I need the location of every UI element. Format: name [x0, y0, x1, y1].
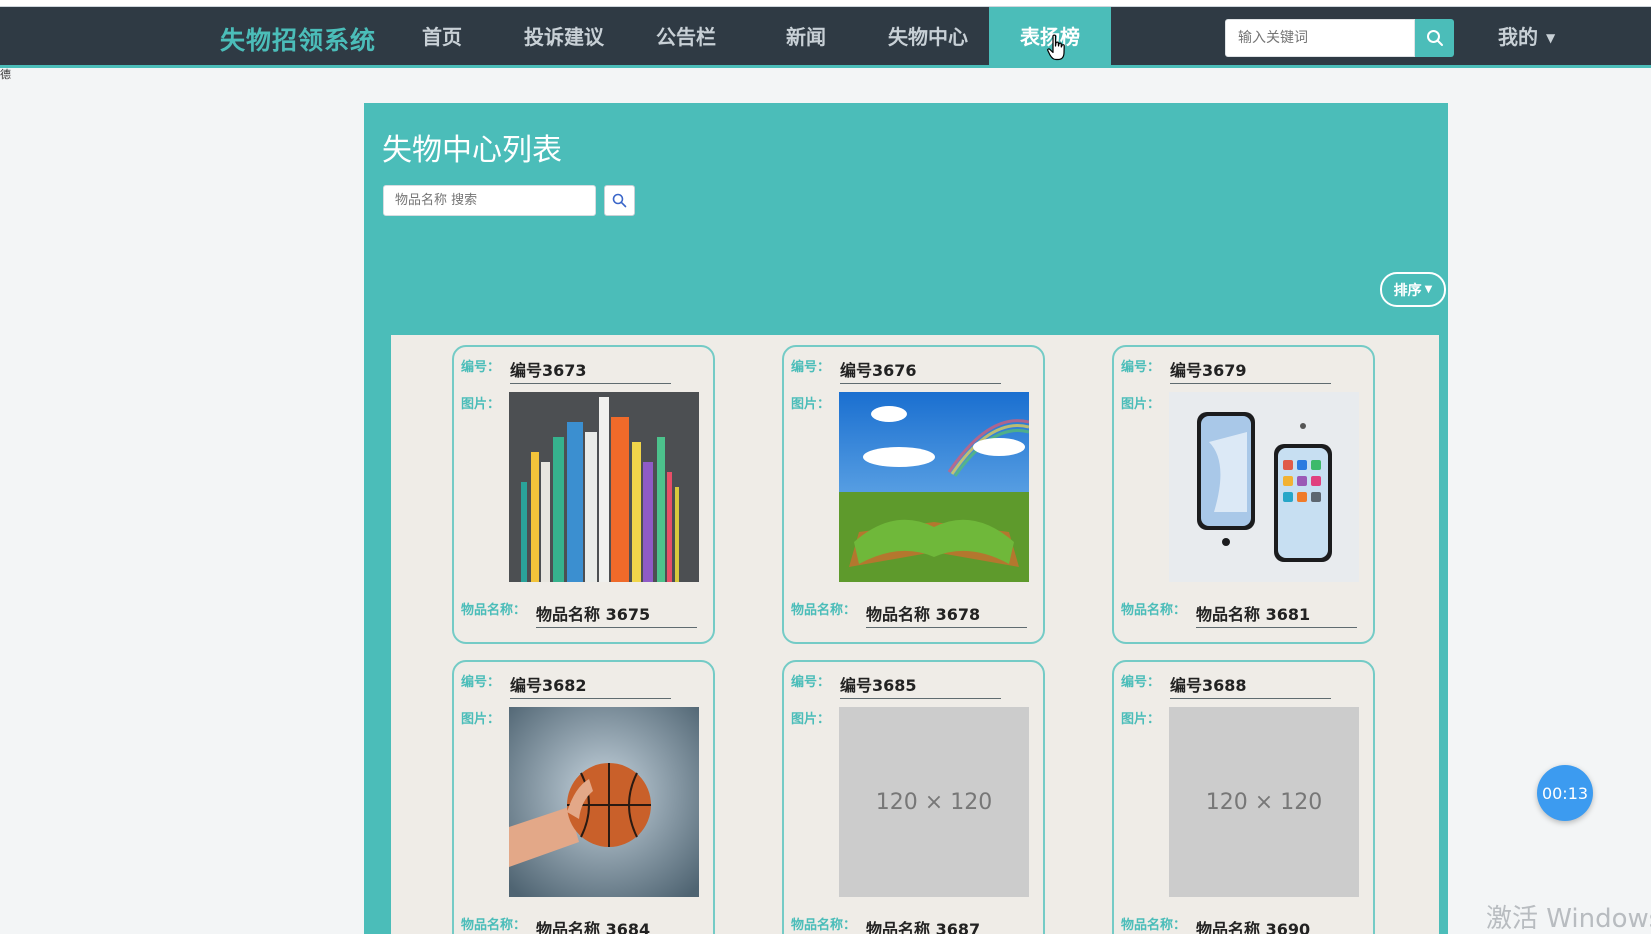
nav-item-complaints[interactable]: 投诉建议 — [511, 7, 617, 68]
item-image-phones[interactable] — [1169, 392, 1359, 582]
item-list: 编号： 编号3673 图片： 物品名称： 物品名称 3675 编号： 编号367… — [391, 335, 1439, 934]
recording-timer[interactable]: 00:13 — [1537, 765, 1593, 821]
item-name: 物品名称 3681 — [1196, 601, 1357, 628]
code-label: 编号： — [1121, 360, 1161, 375]
image-label: 图片： — [461, 397, 501, 412]
item-code: 编号3676 — [840, 357, 1001, 384]
sort-button-label: 排序 — [1393, 282, 1422, 299]
item-name: 物品名称 3675 — [536, 601, 697, 628]
top-search-button[interactable] — [1415, 19, 1454, 57]
top-navbar: 失物招领系统 首页 投诉建议 公告栏 新闻 失物中心 表扬榜 我的▼ — [0, 7, 1651, 68]
item-image-placeholder[interactable]: 120 × 120 — [839, 707, 1029, 897]
stray-text: 德 — [0, 68, 11, 81]
item-code: 编号3685 — [840, 672, 1001, 699]
nav-item-news[interactable]: 新闻 — [770, 7, 842, 68]
item-name: 物品名称 3678 — [866, 601, 1027, 628]
nav-item-home[interactable]: 首页 — [404, 7, 480, 68]
caret-down-icon: ▼ — [1424, 284, 1433, 295]
top-search-input[interactable] — [1225, 19, 1415, 57]
page-title: 失物中心列表 — [382, 133, 562, 168]
image-label: 图片： — [791, 712, 831, 727]
sort-button[interactable]: 排序 ▼ — [1380, 272, 1446, 307]
nav-item-notice-board[interactable]: 公告栏 — [645, 7, 727, 68]
windows-activation-watermark: 激活 Windows — [1486, 904, 1651, 934]
item-image-grass-book[interactable] — [839, 392, 1029, 582]
name-label: 物品名称： — [1121, 918, 1187, 933]
item-card[interactable]: 编号： 编号3682 图片： 物品名称： 物品名称 3684 — [452, 660, 715, 934]
item-name-search-input[interactable] — [383, 185, 596, 216]
caret-down-icon: ▼ — [1546, 31, 1556, 45]
item-code: 编号3679 — [1170, 357, 1331, 384]
item-card[interactable]: 编号： 编号3673 图片： 物品名称： 物品名称 3675 — [452, 345, 715, 644]
item-search-button[interactable] — [604, 185, 635, 216]
search-icon — [612, 193, 627, 208]
image-label: 图片： — [1121, 397, 1161, 412]
image-label: 图片： — [1121, 712, 1161, 727]
name-label: 物品名称： — [461, 918, 527, 933]
nav-item-lost-center[interactable]: 失物中心 — [876, 7, 980, 68]
code-label: 编号： — [791, 360, 831, 375]
hand-cursor-icon — [1047, 34, 1065, 61]
item-code: 编号3673 — [510, 357, 671, 384]
user-menu[interactable]: 我的 ▼ — [1498, 7, 1555, 68]
item-image-placeholder[interactable]: 120 × 120 — [1169, 707, 1359, 897]
code-label: 编号： — [461, 360, 501, 375]
name-label: 物品名称： — [1121, 603, 1187, 618]
image-label: 图片： — [461, 712, 501, 727]
item-image-books[interactable] — [509, 392, 699, 582]
item-card[interactable]: 编号： 编号3688 图片： 120 × 120 物品名称： 物品名称 3690 — [1112, 660, 1375, 934]
item-card[interactable]: 编号： 编号3679 图片： 物品名称： 物品名称 3681 — [1112, 345, 1375, 644]
code-label: 编号： — [461, 675, 501, 690]
item-code: 编号3688 — [1170, 672, 1331, 699]
name-label: 物品名称： — [791, 603, 857, 618]
item-name: 物品名称 3687 — [866, 916, 1027, 934]
lost-center-panel: 失物中心列表 排序▼ 编号： 编号3673 图片： — [364, 103, 1448, 934]
window-top-edge — [0, 0, 1651, 7]
user-menu-label: 我的 — [1498, 25, 1538, 49]
search-icon — [1426, 30, 1443, 46]
item-name: 物品名称 3684 — [536, 916, 697, 934]
code-label: 编号： — [1121, 675, 1161, 690]
name-label: 物品名称： — [461, 603, 527, 618]
item-code: 编号3682 — [510, 672, 671, 699]
site-brand[interactable]: 失物招领系统 — [220, 21, 376, 57]
item-card[interactable]: 编号： 编号3685 图片： 120 × 120 物品名称： 物品名称 3687 — [782, 660, 1045, 934]
image-label: 图片： — [791, 397, 831, 412]
code-label: 编号： — [791, 675, 831, 690]
name-label: 物品名称： — [791, 918, 857, 933]
item-card[interactable]: 编号： 编号3676 图片： 物品名称： 物品名称 3678 — [782, 345, 1045, 644]
item-name: 物品名称 3690 — [1196, 916, 1357, 934]
item-image-basketball[interactable] — [509, 707, 699, 897]
